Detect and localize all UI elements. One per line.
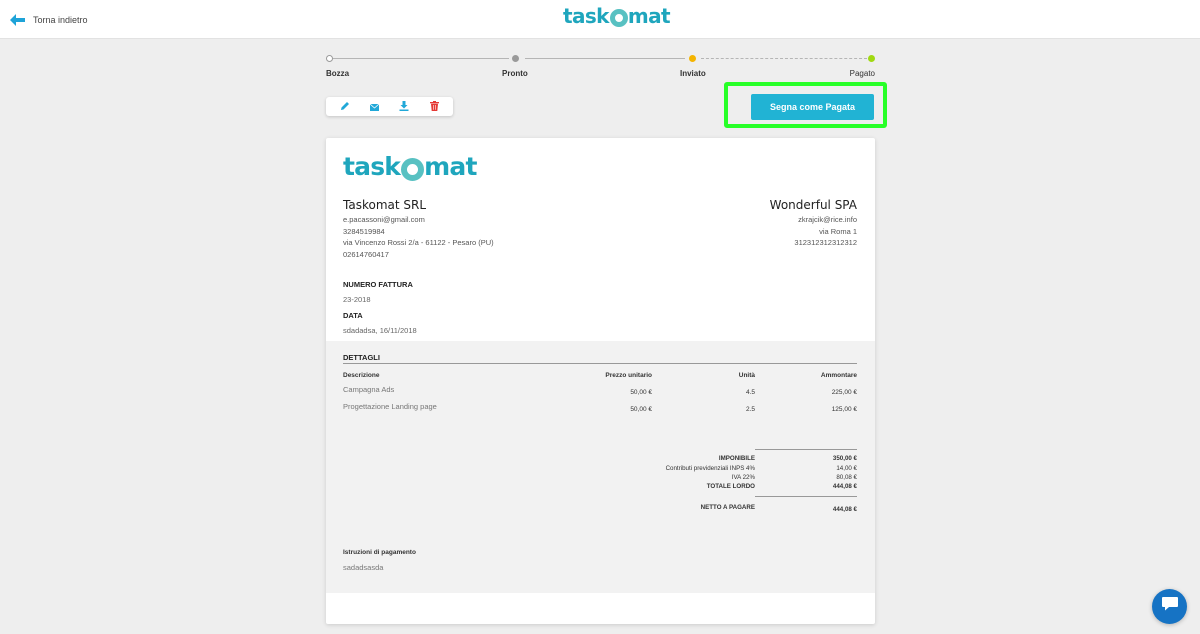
inps-label: Contributi previdenziali INPS 4% <box>665 465 755 472</box>
iva-label: IVA 22% <box>731 474 755 481</box>
invoice-date-label: DATA <box>343 311 363 320</box>
invoice-logo: task mat <box>343 152 477 181</box>
step-label-inviato: Inviato <box>680 69 706 78</box>
column-header-unit-price: Prezzo unitario <box>605 372 652 379</box>
back-button[interactable]: Torna indietro <box>10 10 88 30</box>
row-units: 4.5 <box>745 389 755 396</box>
sender-block: Taskomat SRL e.pacassoni@gmail.com 32845… <box>343 198 494 260</box>
recipient-address: via Roma 1 <box>819 226 857 236</box>
sender-phone: 3284519984 <box>343 226 385 236</box>
chat-icon <box>1161 596 1179 617</box>
row-amount: 225,00 € <box>831 389 857 396</box>
chat-button[interactable] <box>1152 589 1187 624</box>
invoice-number: 23-2018 <box>343 295 371 304</box>
row-units: 2.5 <box>745 406 755 413</box>
sender-vat: 02614760417 <box>343 249 389 259</box>
recipient-block: Wonderful SPA zkrajcik@rice.info via Rom… <box>770 198 857 249</box>
row-unit-price: 50,00 € <box>630 389 652 396</box>
app-logo[interactable]: task mat <box>563 6 671 27</box>
inps-value: 14,00 € <box>836 465 857 472</box>
summary-divider <box>755 449 857 450</box>
invoice-number-label: NUMERO FATTURA <box>343 280 413 289</box>
step-dot-inviato <box>689 55 696 62</box>
row-unit-price: 50,00 € <box>630 406 652 413</box>
column-header-units: Unità <box>738 372 755 379</box>
column-header-amount: Ammontare <box>820 372 857 379</box>
payment-instructions-title: Istruzioni di pagamento <box>343 549 416 556</box>
arrow-left-icon <box>10 14 25 26</box>
sender-name: Taskomat SRL <box>343 198 427 212</box>
invoice-date: sdadadsa, 16/11/2018 <box>343 326 417 335</box>
iva-value: 80,08 € <box>836 474 857 481</box>
row-description: Progettazione Landing page <box>343 402 437 411</box>
delete-button[interactable] <box>426 99 442 115</box>
row-amount: 125,00 € <box>831 406 857 413</box>
top-bar: Torna indietro task mat <box>0 0 1200 39</box>
step-connector <box>525 58 685 59</box>
recipient-vat: 312312312312312 <box>794 238 857 247</box>
send-email-button[interactable] <box>367 99 383 115</box>
payment-instructions-text: sadadsasda <box>343 563 384 572</box>
step-label-pagato: Pagato <box>849 69 875 78</box>
sender-email: e.pacassoni@gmail.com <box>343 215 425 224</box>
gross-total-value: 444,08 € <box>832 483 857 490</box>
details-title: DETTAGLI <box>343 353 380 362</box>
sender-address: via Vincenzo Rossi 2/a - 61122 - Pesaro … <box>343 238 494 247</box>
net-to-pay-value: 444,08 € <box>832 506 857 513</box>
step-label-bozza: Bozza <box>326 69 350 78</box>
recipient-email: zkrajcik@rice.info <box>798 215 857 224</box>
back-label: Torna indietro <box>33 15 88 25</box>
step-dot-pronto <box>512 55 519 62</box>
recipient-name: Wonderful SPA <box>769 198 857 212</box>
step-connector <box>333 58 509 59</box>
details-section: DETTAGLI Descrizione Prezzo unitario Uni… <box>326 341 875 593</box>
mark-as-paid-button[interactable]: Segna come Pagata <box>751 94 874 120</box>
column-header-description: Descrizione <box>343 372 380 379</box>
row-description: Campagna Ads <box>343 385 395 394</box>
status-stepper: Bozza Pronto Inviato Pagato <box>326 54 875 80</box>
step-label-pronto: Pronto <box>502 69 528 78</box>
taxable-label: IMPONIBILE <box>718 455 755 462</box>
gross-total-label: TOTALE LORDO <box>706 483 755 490</box>
pencil-icon <box>340 98 350 116</box>
summary-divider <box>755 496 857 497</box>
envelope-icon <box>369 98 380 116</box>
trash-icon <box>429 98 439 116</box>
download-button[interactable] <box>396 99 412 115</box>
download-icon <box>399 98 409 116</box>
step-dot-bozza <box>326 55 333 62</box>
taxable-value: 350,00 € <box>832 455 857 462</box>
step-dot-pagato <box>868 55 875 62</box>
details-divider <box>343 363 857 364</box>
edit-button[interactable] <box>337 99 353 115</box>
net-to-pay-label: NETTO A PAGARE <box>700 504 755 511</box>
invoice-toolbar <box>326 97 453 116</box>
step-connector <box>701 58 867 59</box>
invoice-card: task mat Taskomat SRL e.pacassoni@gmail.c… <box>326 138 875 624</box>
